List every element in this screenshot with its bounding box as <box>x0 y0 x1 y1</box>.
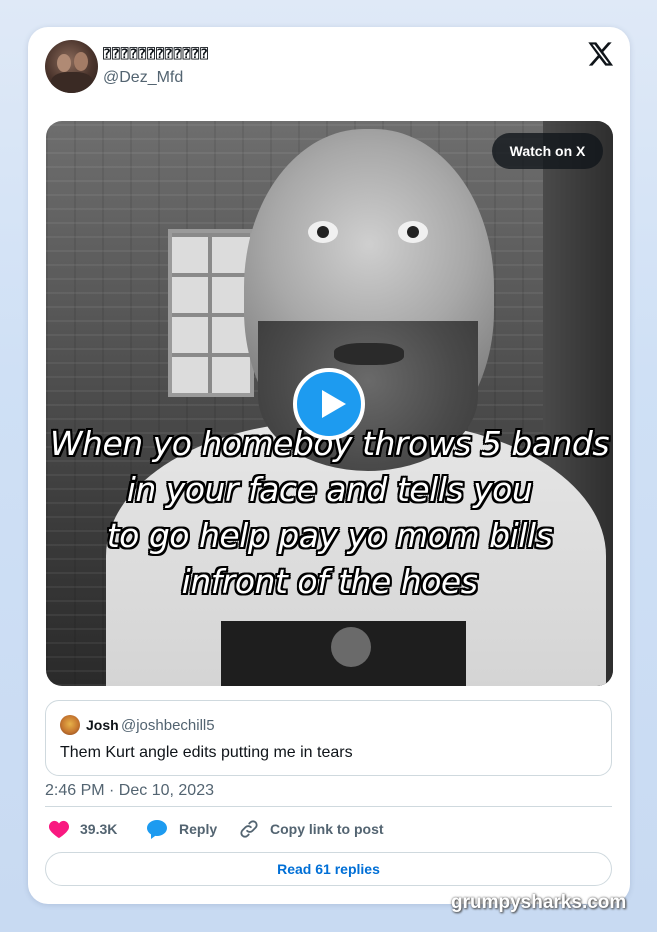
quote-text: Them Kurt angle edits putting me in tear… <box>60 744 353 761</box>
like-count: 39.3K <box>80 821 118 837</box>
watermark: grumpysharks.com <box>451 892 627 913</box>
quote-avatar[interactable] <box>60 715 80 735</box>
author-handle[interactable]: @Dez_Mfd <box>103 69 183 87</box>
link-icon <box>240 820 258 838</box>
author-display-name[interactable]: ⍰⍰⍰⍰⍰⍰⍰⍰⍰⍰⍰⍰ <box>103 47 209 62</box>
tweet-card: ⍰⍰⍰⍰⍰⍰⍰⍰⍰⍰⍰⍰ @Dez_Mfd When yo homeboy th… <box>28 27 630 904</box>
quoted-tweet[interactable]: Josh @joshbechill5 Them Kurt angle edits… <box>45 700 612 776</box>
watch-on-x-button[interactable]: Watch on X <box>492 133 603 169</box>
x-logo-icon[interactable] <box>586 40 614 68</box>
quote-author-handle[interactable]: @joshbechill5 <box>121 717 215 734</box>
reply-bubble-icon <box>147 820 167 839</box>
read-replies-button[interactable]: Read 61 replies <box>45 852 612 886</box>
caption-line: in your face and tells you <box>126 470 533 509</box>
copy-link-button[interactable]: Copy link to post <box>238 816 384 842</box>
tweet-timestamp[interactable]: 2:46 PM · Dec 10, 2023 <box>45 782 214 800</box>
heart-icon <box>48 820 70 839</box>
video-caption: When yo homeboy throws 5 bands in your f… <box>46 421 613 605</box>
like-button[interactable]: 39.3K <box>48 816 117 842</box>
copy-link-label: Copy link to post <box>270 821 384 837</box>
caption-line: infront of the hoes <box>181 562 478 601</box>
video-thumbnail[interactable]: When yo homeboy throws 5 bands in your f… <box>46 121 613 686</box>
play-icon[interactable] <box>293 368 365 440</box>
reply-button[interactable]: Reply <box>145 816 217 842</box>
quote-author-name[interactable]: Josh <box>86 717 119 733</box>
caption-line: to go help pay yo mom bills <box>106 516 553 555</box>
divider <box>45 806 612 807</box>
action-bar: 39.3K Reply Copy link to post <box>45 816 612 842</box>
reply-label: Reply <box>179 821 218 837</box>
author-avatar[interactable] <box>45 40 98 93</box>
background-window <box>168 229 254 397</box>
